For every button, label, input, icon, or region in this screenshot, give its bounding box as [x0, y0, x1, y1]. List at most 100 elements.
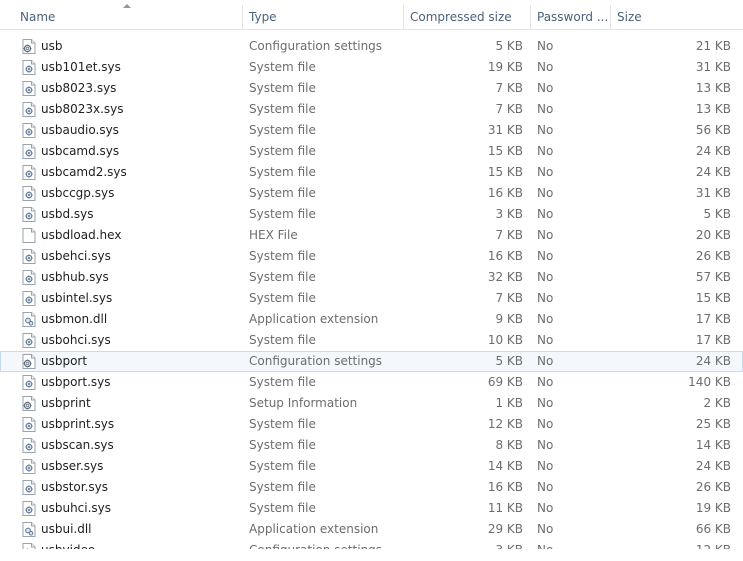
file-row[interactable]: usbport Configuration settings 5 KB No 24 KB	[0, 351, 743, 372]
file-row[interactable]: usbuhci.sys System file 11 KB No 19 KB	[0, 498, 743, 519]
file-icon-cell	[22, 78, 36, 99]
column-header-password[interactable]: Password ...	[531, 0, 610, 29]
file-icon-cell	[22, 246, 36, 267]
system-file-icon	[22, 165, 36, 180]
file-row[interactable]: usb101et.sys System file 19 KB No 31 KB	[0, 57, 743, 78]
column-header-compressed-size[interactable]: Compressed size	[404, 0, 530, 29]
file-size: 26 KB	[695, 249, 731, 263]
file-password: No	[537, 81, 554, 95]
file-name: usbstor.sys	[41, 480, 109, 494]
file-type: System file	[249, 102, 316, 116]
file-row[interactable]: usbmon.dll Application extension 9 KB No 17 …	[0, 309, 743, 330]
file-type: System file	[249, 375, 316, 389]
file-row[interactable]: usbdload.hex HEX File 7 KB No 20 KB	[0, 225, 743, 246]
file-compressed-size: 1 KB	[495, 396, 523, 410]
file-type: System file	[249, 291, 316, 305]
file-row[interactable]: usbser.sys System file 14 KB No 24 KB	[0, 456, 743, 477]
file-size: 14 KB	[695, 438, 731, 452]
file-name: usb8023x.sys	[41, 102, 124, 116]
file-type: System file	[249, 123, 316, 137]
config-icon	[22, 354, 36, 369]
file-icon-cell	[22, 519, 36, 540]
file-name: usbmon.dll	[41, 312, 108, 326]
file-row[interactable]: usbaudio.sys System file 31 KB No 56 KB	[0, 120, 743, 141]
system-file-icon	[22, 207, 36, 222]
system-file-icon	[22, 291, 36, 306]
file-password: No	[537, 480, 554, 494]
file-size: 24 KB	[695, 354, 731, 368]
file-size: 17 KB	[695, 333, 731, 347]
file-icon-cell	[22, 36, 36, 57]
system-file-icon	[22, 102, 36, 117]
file-password: No	[537, 522, 554, 536]
file-password: No	[537, 501, 554, 515]
file-size: 24 KB	[695, 144, 731, 158]
file-compressed-size: 29 KB	[487, 522, 523, 536]
file-size: 21 KB	[695, 39, 731, 53]
file-size: 66 KB	[695, 522, 731, 536]
file-row[interactable]: usbcamd2.sys System file 15 KB No 24 KB	[0, 162, 743, 183]
file-row[interactable]: usbstor.sys System file 16 KB No 26 KB	[0, 477, 743, 498]
file-row[interactable]: usbscan.sys System file 8 KB No 14 KB	[0, 435, 743, 456]
file-name: usbehci.sys	[41, 249, 111, 263]
file-name: usbser.sys	[41, 459, 104, 473]
file-row[interactable]: usbprint.sys System file 12 KB No 25 KB	[0, 414, 743, 435]
file-size: 13 KB	[695, 102, 731, 116]
file-size: 24 KB	[695, 165, 731, 179]
file-icon-cell	[22, 288, 36, 309]
file-password: No	[537, 375, 554, 389]
file-password: No	[537, 123, 554, 137]
file-icon-cell	[22, 456, 36, 477]
file-row[interactable]: usbcamd.sys System file 15 KB No 24 KB	[0, 141, 743, 162]
file-row[interactable]: usbhub.sys System file 32 KB No 57 KB	[0, 267, 743, 288]
system-file-icon	[22, 60, 36, 75]
file-name: usbohci.sys	[41, 333, 111, 347]
column-header-type[interactable]: Type	[243, 0, 403, 29]
file-size: 13 KB	[695, 81, 731, 95]
file-name: usb101et.sys	[41, 60, 121, 74]
file-type: System file	[249, 207, 316, 221]
system-file-icon	[22, 123, 36, 138]
file-type: System file	[249, 186, 316, 200]
file-icon-cell	[22, 477, 36, 498]
file-type: System file	[249, 144, 316, 158]
column-header-bar: Name Type Compressed size Password ... S…	[0, 0, 743, 30]
file-password: No	[537, 207, 554, 221]
file-row[interactable]: usb Configuration settings 5 KB No 21 KB	[0, 36, 743, 57]
system-file-icon	[22, 459, 36, 474]
file-type: Configuration settings	[249, 354, 383, 368]
file-row[interactable]: usbprint Setup Information 1 KB No 2 KB	[0, 393, 743, 414]
file-type: System file	[249, 60, 316, 74]
file-row[interactable]: usbport.sys System file 69 KB No 140 KB	[0, 372, 743, 393]
file-size: 20 KB	[695, 228, 731, 242]
file-compressed-size: 14 KB	[487, 459, 523, 473]
file-compressed-size: 19 KB	[487, 60, 523, 74]
system-file-icon	[22, 417, 36, 432]
file-row[interactable]: usbehci.sys System file 16 KB No 26 KB	[0, 246, 743, 267]
dll-file-icon	[22, 312, 36, 327]
file-name: usbhub.sys	[41, 270, 109, 284]
file-compressed-size: 31 KB	[487, 123, 523, 137]
file-name: usbscan.sys	[41, 438, 114, 452]
file-compressed-size: 16 KB	[487, 249, 523, 263]
file-row[interactable]: usbd.sys System file 3 KB No 5 KB	[0, 204, 743, 225]
column-header-size[interactable]: Size	[611, 0, 743, 29]
file-name: usb8023.sys	[41, 81, 117, 95]
file-icon-cell	[22, 267, 36, 288]
file-size: 15 KB	[695, 291, 731, 305]
file-compressed-size: 10 KB	[487, 333, 523, 347]
file-row[interactable]: usbccgp.sys System file 16 KB No 31 KB	[0, 183, 743, 204]
file-row[interactable]: usbui.dll Application extension 29 KB No 66 …	[0, 519, 743, 540]
file-size: 5 KB	[703, 207, 731, 221]
file-row[interactable]: usbintel.sys System file 7 KB No 15 KB	[0, 288, 743, 309]
file-row[interactable]: usbohci.sys System file 10 KB No 17 KB	[0, 330, 743, 351]
file-icon-cell	[22, 309, 36, 330]
file-list: usb Configuration settings 5 KB No 21 KB usb1…	[0, 36, 743, 561]
file-name: usbport	[41, 354, 88, 368]
file-row[interactable]: usb8023.sys System file 7 KB No 13 KB	[0, 78, 743, 99]
file-password: No	[537, 228, 554, 242]
file-size: 17 KB	[695, 312, 731, 326]
file-password: No	[537, 354, 554, 368]
file-name: usbcamd.sys	[41, 144, 120, 158]
file-row[interactable]: usb8023x.sys System file 7 KB No 13 KB	[0, 99, 743, 120]
